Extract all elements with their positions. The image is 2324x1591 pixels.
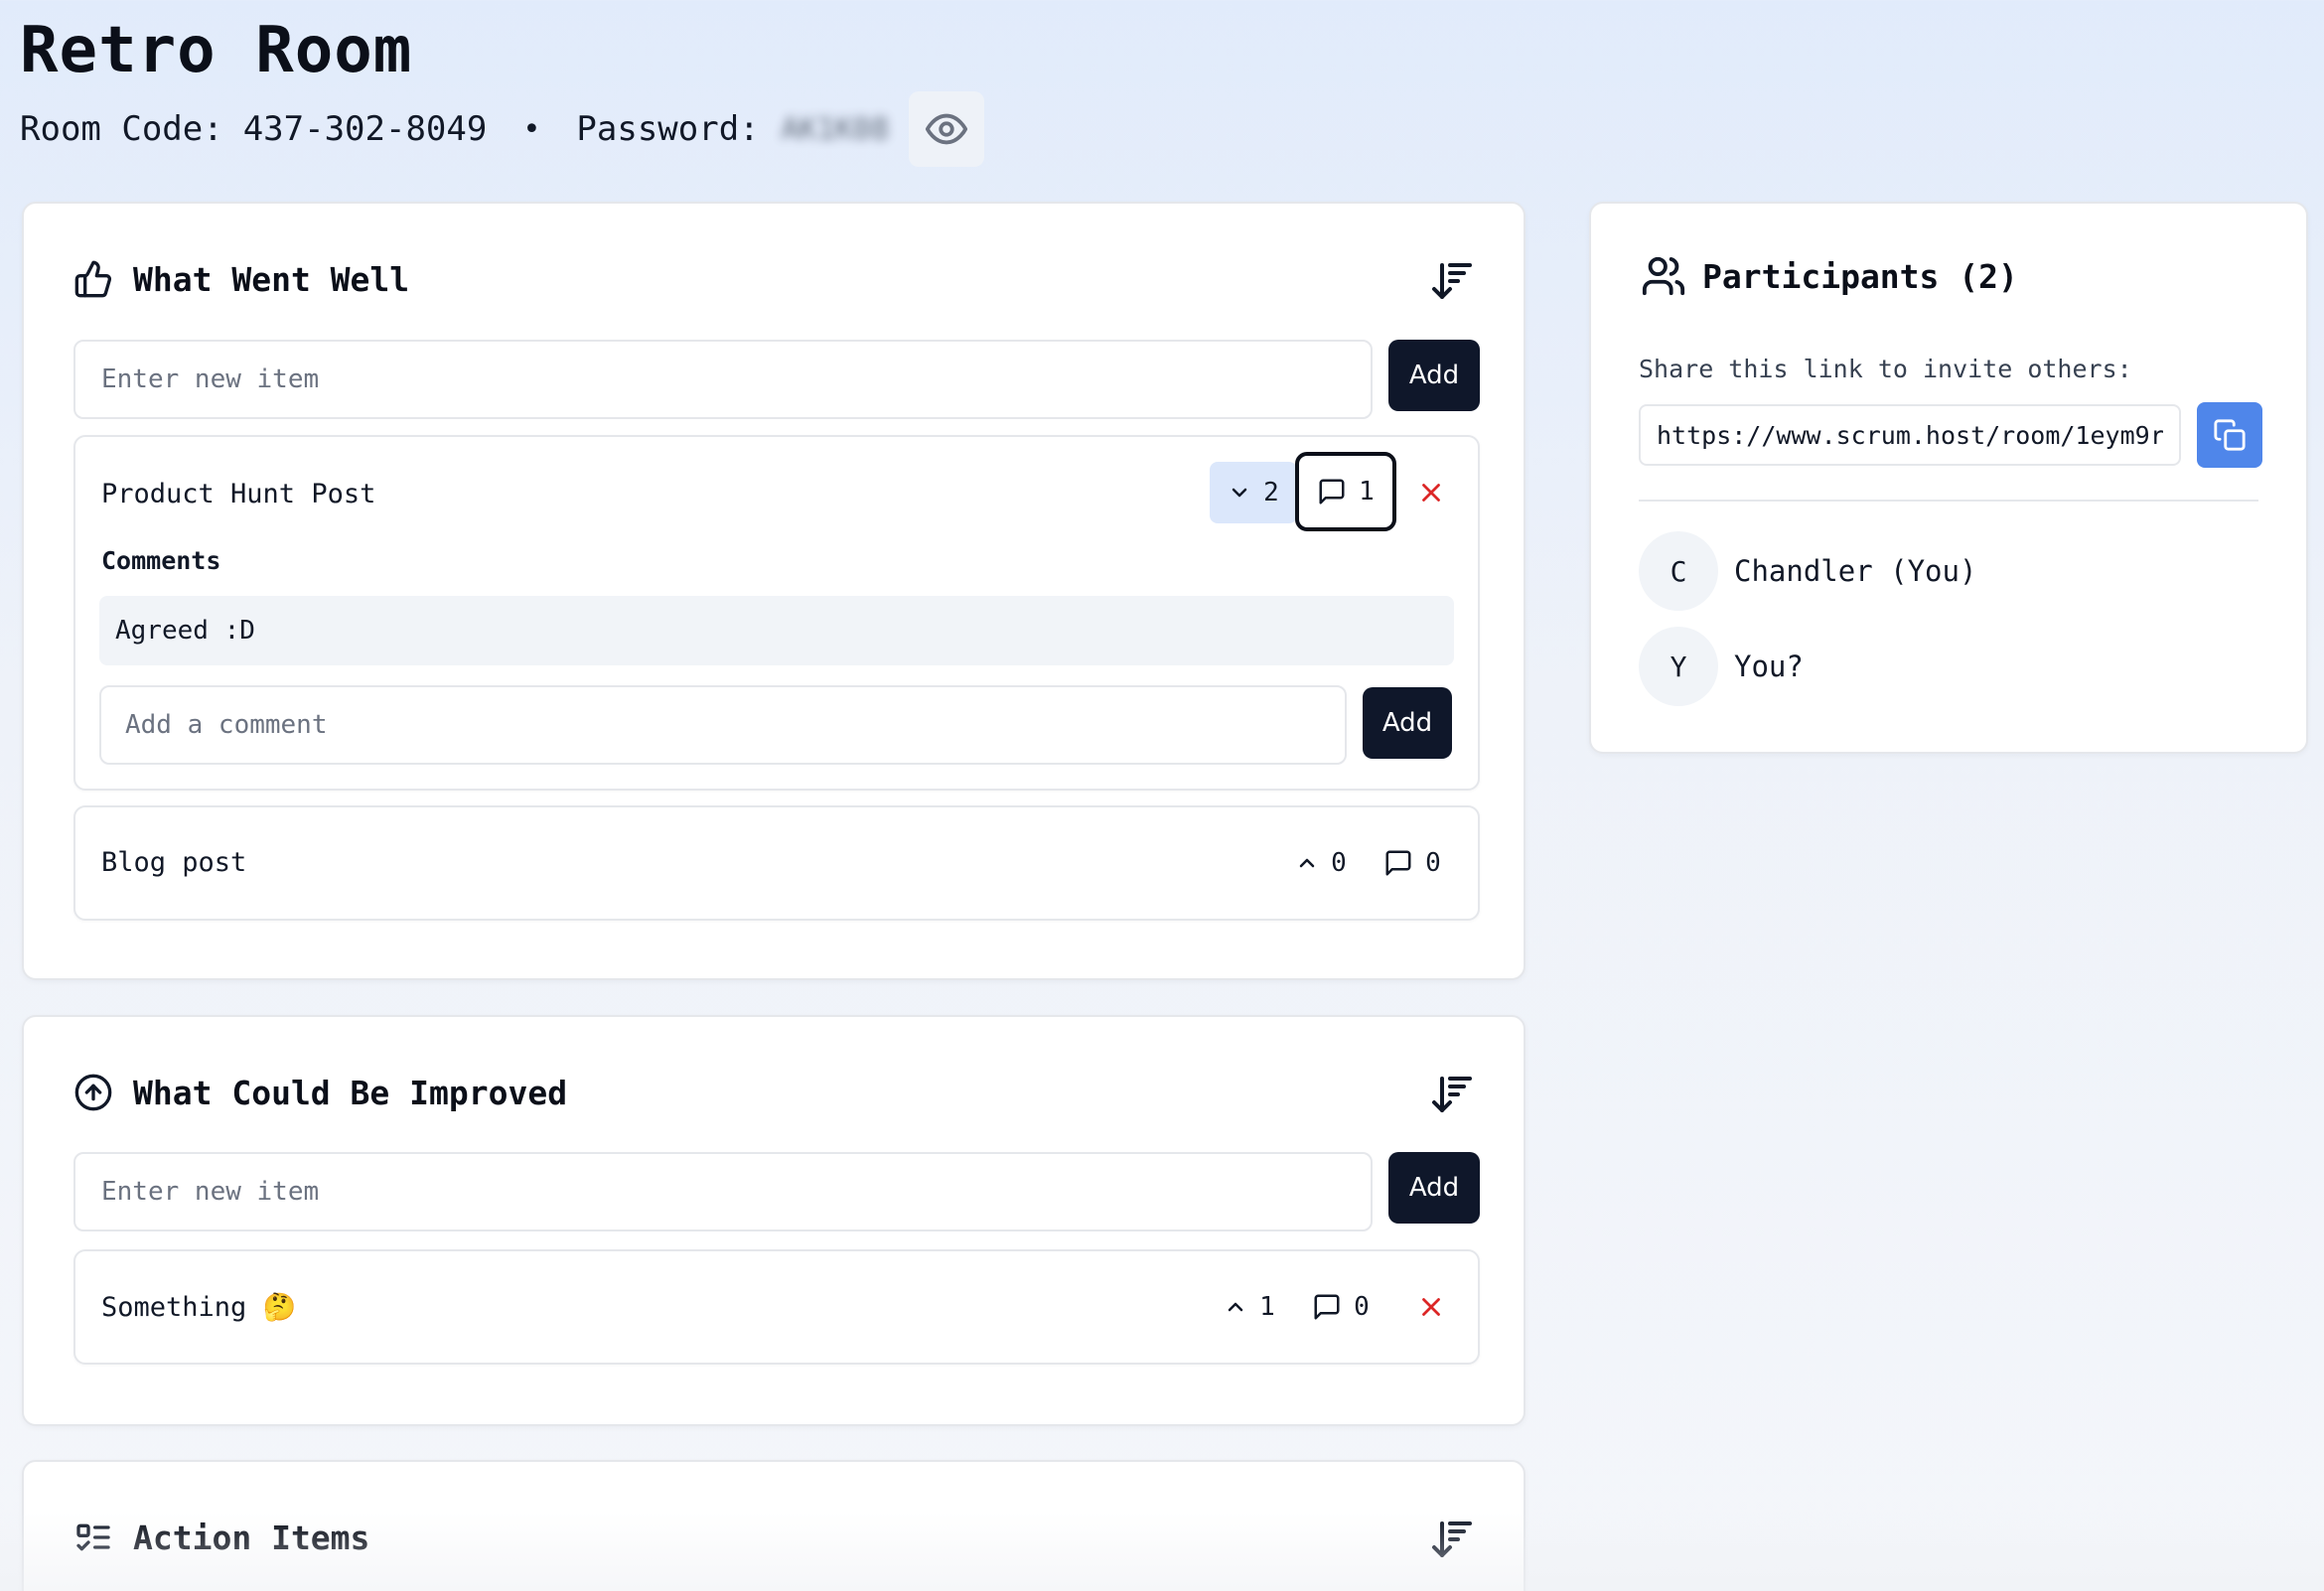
vote-count: 2 (1263, 478, 1279, 507)
comment-count: 1 (1359, 477, 1375, 506)
item-text: Blog post (101, 847, 247, 878)
section-header: What Went Well (73, 259, 409, 299)
delete-item-button[interactable] (1406, 462, 1456, 523)
participants-title: Participants (2) (1702, 256, 2018, 296)
separator: • (522, 111, 541, 147)
section-title: Action Items (133, 1518, 370, 1557)
new-item-input[interactable] (73, 1152, 1373, 1231)
password-hidden: AK1K08 (781, 111, 890, 147)
comments-toggle-button[interactable]: 1 (1295, 452, 1396, 531)
section-title: What Could Be Improved (133, 1073, 568, 1112)
close-icon (1422, 1298, 1440, 1316)
participants-card: Participants (2) Share this link to invi… (1589, 202, 2308, 754)
list-todo-icon (76, 1523, 110, 1551)
close-icon (1422, 484, 1440, 502)
what-went-well-card: What Went Well Add Product Hunt Post 2 1… (22, 202, 1525, 980)
section-header: What Could Be Improved (73, 1073, 567, 1112)
section-header: Action Items (73, 1518, 369, 1557)
comments-toggle-button[interactable]: 0 (1303, 1277, 1379, 1337)
what-could-be-improved-card: What Could Be Improved Add Something 🤔 1… (22, 1015, 1525, 1426)
thumbs-up-icon (74, 260, 112, 298)
arrow-up-circle-icon (74, 1074, 112, 1111)
message-square-icon (1385, 850, 1411, 876)
section-title: What Went Well (133, 259, 410, 299)
add-comment-button[interactable]: Add (1363, 687, 1452, 759)
sort-icon[interactable] (1428, 1071, 1476, 1118)
comment-count: 0 (1354, 1292, 1370, 1322)
copy-link-button[interactable] (2197, 402, 2262, 468)
room-meta: Room Code: 437-302-8049 • Password: AK1K… (20, 91, 985, 167)
divider (1639, 500, 2258, 502)
sort-icon[interactable] (1428, 257, 1476, 305)
participant-name: You? (1734, 650, 1804, 683)
comment-count: 0 (1425, 848, 1441, 878)
item-text: Something 🤔 (101, 1292, 297, 1323)
new-item-input[interactable] (73, 340, 1373, 419)
page-title: Retro Room (20, 14, 413, 87)
list-item: Blog post 0 0 (73, 805, 1480, 921)
add-item-button[interactable]: Add (1388, 1152, 1480, 1224)
add-item-button[interactable]: Add (1388, 340, 1480, 411)
list-item: Product Hunt Post 2 1 Comments Agreed :D… (73, 435, 1480, 791)
delete-item-button[interactable] (1406, 1277, 1456, 1337)
avatar: Y (1639, 627, 1718, 706)
toggle-password-button[interactable] (909, 91, 985, 167)
vote-button[interactable]: 0 (1283, 833, 1359, 893)
share-link-label: Share this link to invite others: (1639, 355, 2132, 383)
chevron-down-icon (1232, 488, 1247, 498)
participant-row: C Chandler (You) (1639, 531, 1976, 611)
comment-text: Agreed :D (115, 616, 255, 646)
comments-toggle-button[interactable]: 0 (1375, 833, 1450, 893)
vote-button[interactable]: 1 (1212, 1277, 1287, 1337)
chevron-up-icon (1299, 858, 1315, 868)
comment-input[interactable] (99, 685, 1347, 765)
message-square-icon (1319, 479, 1345, 505)
share-link-input[interactable] (1639, 404, 2181, 466)
room-code-label: Room Code: (20, 109, 223, 149)
vote-count: 0 (1331, 848, 1347, 878)
participant-row: Y You? (1639, 627, 1804, 706)
vote-count: 1 (1259, 1292, 1275, 1322)
password-label: Password: (576, 109, 760, 149)
eye-icon (925, 113, 968, 145)
avatar: C (1639, 531, 1718, 611)
users-icon (1642, 256, 1685, 296)
list-item: Something 🤔 1 0 (73, 1249, 1480, 1365)
participants-header: Participants (2) (1641, 253, 2018, 299)
comments-heading: Comments (101, 546, 221, 575)
message-square-icon (1314, 1294, 1340, 1320)
comment: Agreed :D (99, 596, 1454, 665)
copy-icon (2214, 419, 2246, 451)
participant-name: Chandler (You) (1734, 554, 1977, 588)
vote-button[interactable]: 2 (1210, 462, 1297, 523)
room-code: 437-302-8049 (242, 109, 488, 149)
item-text: Product Hunt Post (101, 479, 376, 509)
action-items-card: Action Items (22, 1460, 1525, 1591)
chevron-up-icon (1228, 1302, 1243, 1312)
sort-icon[interactable] (1428, 1516, 1476, 1563)
